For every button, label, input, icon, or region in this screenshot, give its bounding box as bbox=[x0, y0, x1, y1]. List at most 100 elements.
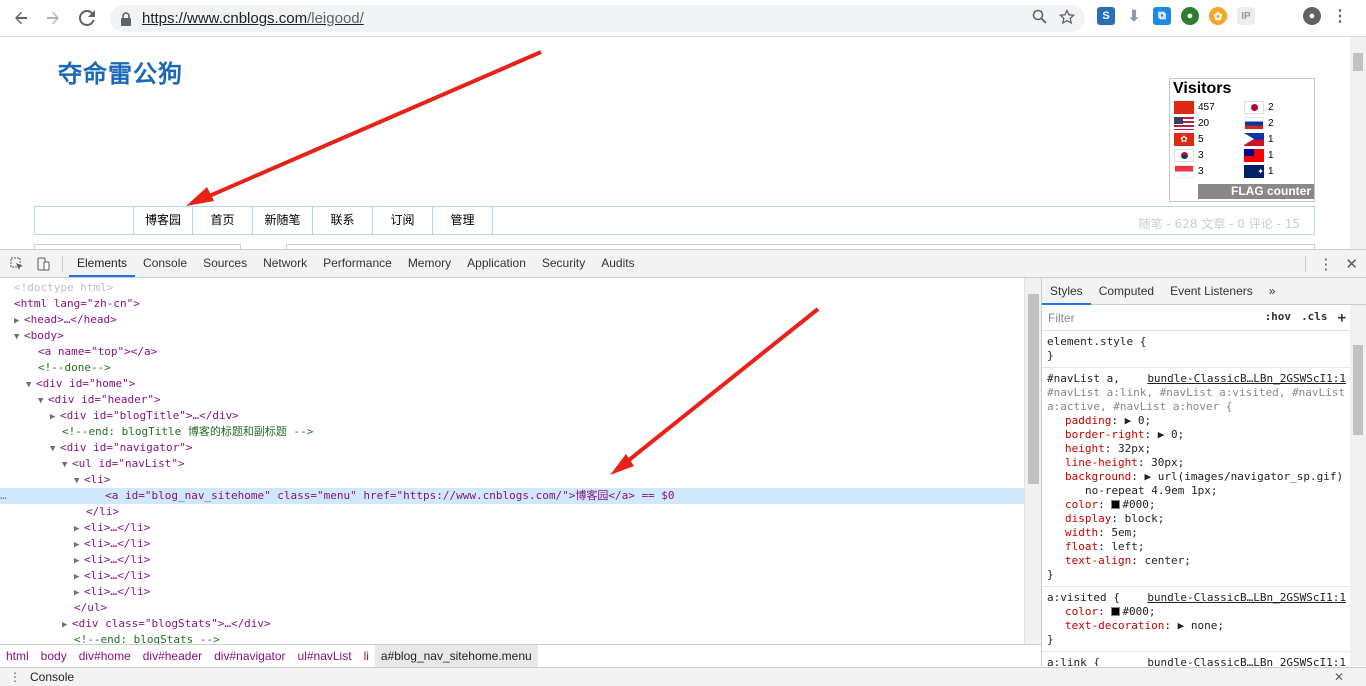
devtools-menu-icon[interactable]: ⋮ bbox=[1318, 255, 1333, 273]
dom-node[interactable]: ▼ <ul id="navList"> bbox=[62, 456, 185, 472]
collapsed-triangle-icon[interactable]: ▶ bbox=[74, 569, 84, 585]
flag-counter-widget[interactable]: Visitors 457 20 ✿ 5 3 3 2 2 1 1 ✦ 1 FLAG… bbox=[1169, 78, 1315, 202]
dom-node[interactable]: <!doctype html> bbox=[14, 280, 113, 296]
css-prop[interactable]: text-decoration: ▶ none; bbox=[1047, 619, 1346, 633]
dom-node[interactable]: ▶ <li>…</li> bbox=[74, 552, 150, 568]
elements-scrollbar[interactable] bbox=[1024, 278, 1041, 644]
css-rule-navlist[interactable]: #navList a, bundle-ClassicB…LBn_2GSWScI1… bbox=[1042, 368, 1366, 587]
page-scroll-thumb[interactable] bbox=[1353, 53, 1363, 71]
nav-item-manage[interactable]: 管理 bbox=[433, 207, 493, 234]
profile-avatar-icon[interactable]: ● bbox=[1303, 7, 1321, 25]
tab-computed[interactable]: Computed bbox=[1091, 278, 1162, 305]
crumb-li[interactable]: li bbox=[358, 645, 375, 667]
expanded-triangle-icon[interactable]: ▼ bbox=[26, 377, 36, 393]
css-prop[interactable]: color: #000; bbox=[1047, 605, 1346, 619]
crumb-body[interactable]: body bbox=[35, 645, 73, 667]
css-rule-link[interactable]: a:link { bundle-ClassicB…LBn_2GSWScI1:1 bbox=[1042, 652, 1366, 666]
css-prop[interactable]: color: #000; bbox=[1047, 498, 1346, 512]
expanded-triangle-icon[interactable]: ▼ bbox=[14, 329, 24, 345]
flag-counter-logo[interactable]: FLAG counter bbox=[1198, 184, 1314, 199]
dom-node[interactable]: ▼ <div id="home"> bbox=[26, 376, 135, 392]
tab-elements[interactable]: Elements bbox=[69, 250, 136, 277]
crumb-div-home[interactable]: div#home bbox=[73, 645, 137, 667]
zoom-search-icon[interactable] bbox=[1032, 9, 1047, 29]
forward-icon[interactable] bbox=[38, 3, 68, 33]
inspect-element-icon[interactable] bbox=[4, 250, 30, 277]
collapsed-triangle-icon[interactable]: ▶ bbox=[74, 537, 84, 553]
dom-node[interactable]: <a name="top"></a> bbox=[38, 344, 157, 360]
css-source-link[interactable]: bundle-ClassicB…LBn_2GSWScI1:1 bbox=[1147, 591, 1346, 605]
more-tabs-icon[interactable]: » bbox=[1261, 278, 1284, 305]
nav-item-new-post[interactable]: 新随笔 bbox=[253, 207, 313, 234]
tab-sources[interactable]: Sources bbox=[195, 250, 255, 277]
dom-node[interactable]: ▼ <body> bbox=[14, 328, 64, 344]
device-toolbar-icon[interactable] bbox=[30, 250, 56, 277]
new-rule-plus-icon[interactable]: + bbox=[1338, 310, 1346, 326]
dom-node-selected[interactable]: … <a id="blog_nav_sitehome" class="menu"… bbox=[0, 488, 1024, 504]
dom-node[interactable]: <!--end: blogTitle 博客的标题和副标题 --> bbox=[62, 424, 313, 440]
tab-audits[interactable]: Audits bbox=[593, 250, 642, 277]
collapsed-triangle-icon[interactable]: ▶ bbox=[62, 617, 72, 633]
collapsed-triangle-icon[interactable]: ▶ bbox=[14, 313, 24, 329]
extension-globe-icon[interactable]: ● bbox=[1181, 7, 1199, 25]
css-prop[interactable]: display: block; bbox=[1047, 512, 1346, 526]
address-bar[interactable]: https://www.cnblogs.com/leigood/ bbox=[110, 5, 1085, 32]
drawer-menu-icon[interactable]: ⋮ bbox=[0, 670, 30, 684]
expanded-triangle-icon[interactable]: ▼ bbox=[74, 473, 84, 489]
nav-item-contact[interactable]: 联系 bbox=[313, 207, 373, 234]
styles-scroll-thumb[interactable] bbox=[1353, 345, 1363, 435]
reload-icon[interactable] bbox=[72, 3, 102, 33]
dom-node[interactable]: ▶ <li>…</li> bbox=[74, 584, 150, 600]
collapsed-triangle-icon[interactable]: ▶ bbox=[74, 585, 84, 601]
hover-state-toggle[interactable]: :hov bbox=[1265, 310, 1292, 326]
collapsed-triangle-icon[interactable]: ▶ bbox=[74, 553, 84, 569]
dom-node[interactable]: ▼ <div id="header"> bbox=[38, 392, 161, 408]
dom-node[interactable]: ▶ <div class="blogStats">…</div> bbox=[62, 616, 271, 632]
bookmark-star-icon[interactable] bbox=[1058, 8, 1076, 29]
css-prop[interactable]: float: left; bbox=[1047, 540, 1346, 554]
styles-scrollbar[interactable] bbox=[1350, 305, 1366, 666]
dom-node[interactable]: ▶ <li>…</li> bbox=[74, 568, 150, 584]
css-prop[interactable]: border-right: ▶ 0; bbox=[1047, 428, 1346, 442]
crumb-a-selected[interactable]: a#blog_nav_sitehome.menu bbox=[374, 644, 538, 667]
crumb-html[interactable]: html bbox=[0, 645, 35, 667]
tab-security[interactable]: Security bbox=[534, 250, 593, 277]
dom-node[interactable]: ▶ <li>…</li> bbox=[74, 520, 150, 536]
close-devtools-icon[interactable]: ✕ bbox=[1345, 255, 1358, 273]
dom-tree[interactable]: <!doctype html> <html lang="zh-cn"> ▶ <he… bbox=[0, 278, 1041, 644]
css-prop[interactable]: height: 32px; bbox=[1047, 442, 1346, 456]
drawer-tab-console[interactable]: Console bbox=[30, 670, 74, 684]
close-drawer-icon[interactable]: ✕ bbox=[1334, 670, 1344, 684]
css-prop[interactable]: width: 5em; bbox=[1047, 526, 1346, 540]
elements-scroll-thumb[interactable] bbox=[1028, 294, 1039, 484]
tab-console[interactable]: Console bbox=[135, 250, 195, 277]
css-rule-visited[interactable]: a:visited { bundle-ClassicB…LBn_2GSWScI1… bbox=[1042, 587, 1366, 652]
extension-s-icon[interactable]: S bbox=[1097, 7, 1115, 25]
css-prop[interactable]: padding: ▶ 0; bbox=[1047, 414, 1346, 428]
tab-performance[interactable]: Performance bbox=[315, 250, 400, 277]
css-source-link[interactable]: bundle-ClassicB…LBn_2GSWScI1:1 bbox=[1147, 656, 1346, 666]
dom-node[interactable]: <!--done--> bbox=[38, 360, 111, 376]
css-prop[interactable]: line-height: 30px; bbox=[1047, 456, 1346, 470]
css-prop[interactable]: text-align: center; bbox=[1047, 554, 1346, 568]
color-swatch-icon[interactable] bbox=[1111, 500, 1121, 509]
page-scrollbar[interactable] bbox=[1350, 37, 1366, 249]
extension-ip-icon[interactable]: IP bbox=[1237, 7, 1255, 25]
dom-node[interactable]: <!--end: blogStats --> bbox=[74, 632, 220, 644]
tab-memory[interactable]: Memory bbox=[400, 250, 459, 277]
crumb-ul-navlist[interactable]: ul#navList bbox=[292, 645, 358, 667]
nav-item-home[interactable]: 首页 bbox=[193, 207, 253, 234]
dom-node[interactable]: ▶ <li>…</li> bbox=[74, 536, 150, 552]
crumb-div-navigator[interactable]: div#navigator bbox=[208, 645, 291, 667]
color-swatch-icon[interactable] bbox=[1111, 607, 1121, 616]
class-toggle[interactable]: .cls bbox=[1301, 310, 1328, 326]
extension-flower-icon[interactable]: ✿ bbox=[1209, 7, 1227, 25]
collapsed-triangle-icon[interactable]: ▶ bbox=[50, 409, 60, 425]
dom-node[interactable]: </ul> bbox=[74, 600, 107, 616]
collapsed-triangle-icon[interactable]: ▶ bbox=[74, 521, 84, 537]
dom-node[interactable]: ▶ <head>…</head> bbox=[14, 312, 117, 328]
styles-filter-input[interactable]: Filter bbox=[1048, 311, 1238, 325]
nav-item-subscribe[interactable]: 订阅 bbox=[373, 207, 433, 234]
expanded-triangle-icon[interactable]: ▼ bbox=[50, 441, 60, 457]
nav-item-sitehome[interactable]: 博客园 bbox=[133, 207, 193, 234]
